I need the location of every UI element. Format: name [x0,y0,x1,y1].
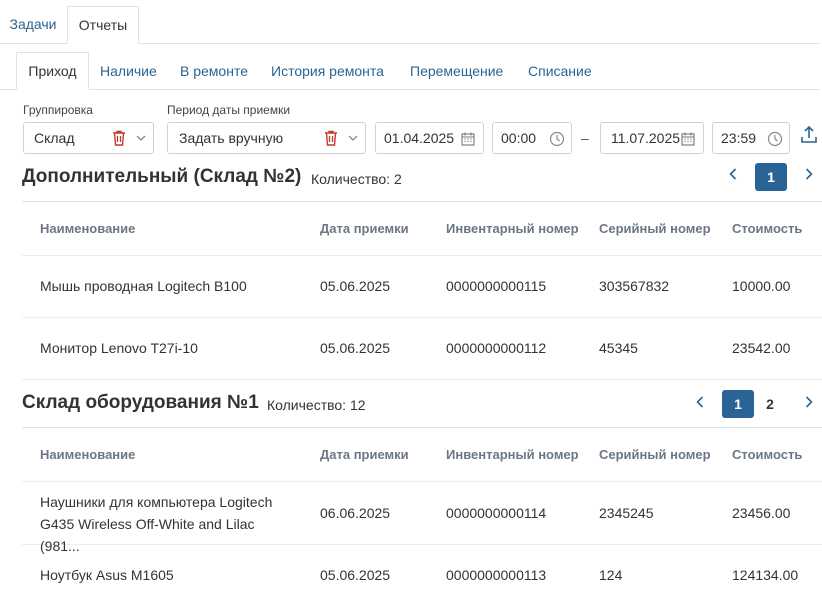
section-count: Количество: 2 [311,171,402,187]
calendar-icon[interactable] [680,131,696,147]
data-table: Наименование Дата приемки Инвентарный но… [22,201,822,380]
column-header[interactable]: Дата приемки [320,221,409,236]
column-header[interactable]: Наименование [40,221,135,236]
section-title: Дополнительный (Склад №2) [22,166,302,187]
cell-cost: 10000.00 [732,278,791,294]
chevron-right-icon[interactable] [799,162,819,186]
cell-serial: 45345 [599,340,638,356]
cell-inventory: 0000000000113 [446,567,547,583]
calendar-icon[interactable] [460,131,476,147]
trash-icon[interactable] [323,130,339,146]
cell-inventory: 0000000000112 [446,340,547,356]
table-row[interactable]: Монитор Lenovo T27i-10 05.06.2025 000000… [22,318,822,380]
table-row[interactable]: Наушники для компьютера Logitech G435 Wi… [22,482,822,554]
tab-reports[interactable]: Отчеты [67,6,139,44]
cell-serial: 303567832 [599,278,670,294]
period-label: Период даты приемки [167,103,291,117]
time-to-input[interactable]: 23:59 [712,122,790,154]
tab-repair-history[interactable]: История ремонта [271,52,384,90]
column-header[interactable]: Стоимость [732,221,802,236]
cell-cost: 23542.00 [732,340,791,356]
column-header[interactable]: Наименование [40,447,135,462]
period-select[interactable]: Задать вручную [167,122,366,154]
cell-name: Мышь проводная Logitech B100 [40,278,247,294]
page-button[interactable]: 2 [754,390,786,418]
chevron-down-icon[interactable] [347,131,359,145]
column-header[interactable]: Серийный номер [599,221,711,236]
section-title: Склад оборудования №1 [22,392,259,413]
grouping-select[interactable]: Склад [23,122,154,154]
page-button[interactable]: 1 [755,163,787,191]
data-table: Наименование Дата приемки Инвентарный но… [22,427,822,593]
period-value: Задать вручную [179,130,284,146]
chevron-left-icon[interactable] [723,162,743,186]
cell-inventory: 0000000000114 [446,505,547,521]
cell-date: 06.06.2025 [320,505,391,521]
trash-icon[interactable] [111,130,127,146]
cell-cost: 23456.00 [732,505,791,521]
tab-transfer[interactable]: Перемещение [410,52,503,90]
chevron-left-icon[interactable] [690,390,710,414]
cell-date: 05.06.2025 [320,567,391,583]
clock-icon[interactable] [766,130,784,148]
report-tabs: Приход Наличие В ремонте История ремонта… [0,52,820,90]
table-header: Наименование Дата приемки Инвентарный но… [22,202,822,256]
grouping-value: Склад [34,130,75,146]
column-header[interactable]: Стоимость [732,447,802,462]
time-to-value: 23:59 [721,130,757,146]
cell-serial: 2345245 [599,505,654,521]
cell-cost: 124134.00 [732,567,799,583]
page-button[interactable]: 1 [722,390,754,418]
tab-arrival[interactable]: Приход [16,52,89,90]
column-header[interactable]: Серийный номер [599,447,711,462]
time-from-input[interactable]: 00:00 [492,122,572,154]
date-from-input[interactable]: 01.04.2025 [375,122,484,154]
date-from-value: 01.04.2025 [384,130,455,146]
time-from-value: 00:00 [501,130,537,146]
chevron-right-icon[interactable] [799,390,819,414]
tab-write-off[interactable]: Списание [528,52,592,90]
cell-date: 05.06.2025 [320,340,391,356]
clock-icon[interactable] [548,130,566,148]
cell-inventory: 0000000000115 [446,278,547,294]
cell-serial: 124 [599,567,623,583]
column-header[interactable]: Инвентарный номер [446,447,579,462]
column-header[interactable]: Инвентарный номер [446,221,579,236]
export-icon[interactable] [800,125,818,145]
table-row[interactable]: Мышь проводная Logitech B100 05.06.2025 … [22,256,822,318]
range-dash: – [581,130,589,146]
chevron-down-icon[interactable] [135,131,147,145]
cell-name: Ноутбук Asus M1605 [40,567,174,583]
date-to-input[interactable]: 11.07.2025 [600,122,704,154]
tab-tasks[interactable]: Задачи [0,6,66,44]
table-header: Наименование Дата приемки Инвентарный но… [22,428,822,482]
grouping-label: Группировка [23,103,93,117]
section-count: Количество: 12 [267,397,366,413]
top-tabs: Задачи Отчеты [0,6,820,44]
cell-date: 05.06.2025 [320,278,391,294]
cell-name: Монитор Lenovo T27i-10 [40,340,198,356]
date-to-value: 11.07.2025 [611,130,681,146]
table-row[interactable]: Ноутбук Asus M1605 05.06.2025 0000000000… [22,545,822,593]
tab-in-repair[interactable]: В ремонте [180,52,248,90]
tab-availability[interactable]: Наличие [100,52,157,90]
column-header[interactable]: Дата приемки [320,447,409,462]
